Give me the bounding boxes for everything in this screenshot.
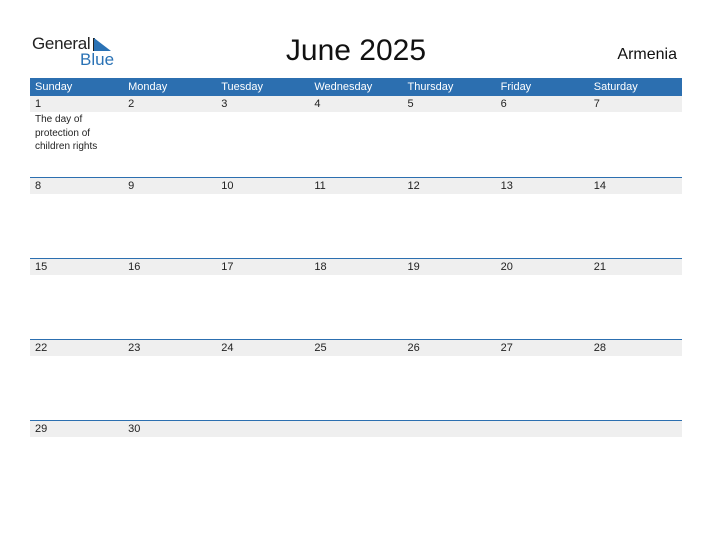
day-numbers: 15 16 17 18 19 20 21 <box>30 259 682 275</box>
day-numbers: 29 30 <box>30 421 682 437</box>
weekday-wednesday: Wednesday <box>314 81 373 93</box>
day-event <box>403 112 496 154</box>
day-event <box>123 356 216 357</box>
day-number: 5 <box>407 98 414 110</box>
day-number: 20 <box>500 261 513 273</box>
calendar-grid: Sunday Monday Tuesday Wednesday Thursday Frid… <box>30 78 682 501</box>
day-event <box>589 437 682 438</box>
day-number: 18 <box>314 261 327 273</box>
weekday-friday: Friday <box>500 81 532 93</box>
day-event <box>309 437 402 438</box>
day-number: 11 <box>314 180 326 192</box>
country-label: Armenia <box>617 46 677 63</box>
day-number <box>309 421 402 437</box>
day-event <box>30 356 123 357</box>
week-row: 8 9 10 11 12 13 14 <box>30 177 682 258</box>
day-number: 2 <box>128 98 135 110</box>
day-number: 28 <box>593 342 606 354</box>
day-number: 12 <box>407 180 420 192</box>
day-number <box>589 421 682 437</box>
day-event <box>403 194 496 195</box>
day-number: 1 <box>35 98 42 110</box>
day-numbers: 1 2 3 4 5 6 7 <box>30 96 682 112</box>
day-event <box>589 356 682 357</box>
week-row: 22 23 24 25 26 27 28 <box>30 339 682 420</box>
day-event <box>496 356 589 357</box>
day-event <box>30 437 123 438</box>
day-number: 21 <box>593 261 606 273</box>
day-event <box>589 275 682 276</box>
day-event <box>496 112 589 154</box>
day-number: 30 <box>128 423 141 435</box>
day-number: 6 <box>500 98 507 110</box>
day-event <box>589 194 682 195</box>
day-events <box>30 437 682 438</box>
day-event <box>403 356 496 357</box>
day-event <box>403 437 496 438</box>
day-event <box>309 194 402 195</box>
day-event <box>403 275 496 276</box>
weekday-thursday: Thursday <box>407 81 454 93</box>
day-event <box>123 112 216 154</box>
day-number: 15 <box>35 261 48 273</box>
day-number: 26 <box>407 342 420 354</box>
day-number: 19 <box>407 261 420 273</box>
week-row: 29 30 <box>30 420 682 501</box>
day-numbers: 22 23 24 25 26 27 28 <box>30 340 682 356</box>
day-event <box>123 275 216 276</box>
day-event <box>30 275 123 276</box>
weekday-sunday: Sunday <box>35 81 73 93</box>
day-event <box>309 356 402 357</box>
weekday-saturday: Saturday <box>593 81 638 93</box>
day-events <box>30 356 682 357</box>
day-event <box>589 112 682 154</box>
day-number <box>403 421 496 437</box>
week-row: 1 2 3 4 5 6 7 The day of protection of children… <box>30 96 682 177</box>
day-event <box>123 194 216 195</box>
day-number: 22 <box>35 342 48 354</box>
day-number: 13 <box>500 180 513 192</box>
day-number: 10 <box>221 180 234 192</box>
day-event <box>216 275 309 276</box>
weekday-monday: Monday <box>128 81 168 93</box>
day-event <box>309 112 402 154</box>
day-number: 24 <box>221 342 234 354</box>
day-events <box>30 194 682 195</box>
day-event <box>496 194 589 195</box>
day-events <box>30 275 682 276</box>
day-event <box>216 194 309 195</box>
weekday-header: Sunday Monday Tuesday Wednesday Thursday Frid… <box>30 78 682 96</box>
day-event <box>216 356 309 357</box>
day-number: 25 <box>314 342 327 354</box>
day-event: The day of protection of children rights <box>35 114 98 152</box>
day-number: 16 <box>128 261 141 273</box>
day-number: 3 <box>221 98 228 110</box>
day-number: 23 <box>128 342 141 354</box>
day-number: 14 <box>593 180 606 192</box>
day-event <box>30 194 123 195</box>
day-number <box>216 421 309 437</box>
day-number: 7 <box>593 98 600 110</box>
day-number: 8 <box>35 180 42 192</box>
day-number: 27 <box>500 342 513 354</box>
day-event <box>496 437 589 438</box>
week-row: 15 16 17 18 19 20 21 <box>30 258 682 339</box>
day-event <box>216 437 309 438</box>
day-number: 29 <box>35 423 48 435</box>
day-number: 9 <box>128 180 135 192</box>
day-event <box>123 437 216 438</box>
day-number: 17 <box>221 261 234 273</box>
day-event <box>496 275 589 276</box>
weekday-tuesday: Tuesday <box>221 81 264 93</box>
day-numbers: 8 9 10 11 12 13 14 <box>30 178 682 194</box>
day-number: 4 <box>314 98 321 110</box>
day-event <box>216 112 309 154</box>
page-title: June 2025 <box>285 34 427 67</box>
day-number <box>496 421 589 437</box>
day-events: The day of protection of children rights <box>30 112 682 154</box>
day-event <box>309 275 402 276</box>
